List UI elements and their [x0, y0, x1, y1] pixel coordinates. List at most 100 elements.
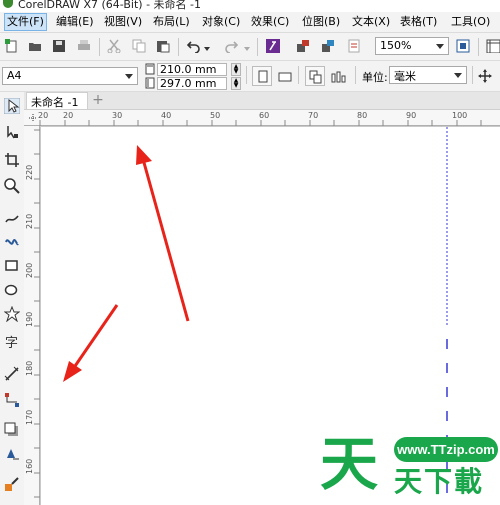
- portrait-button[interactable]: [252, 66, 272, 86]
- search-content-icon[interactable]: [266, 39, 280, 53]
- units-dropdown[interactable]: 毫米: [389, 66, 467, 84]
- ruler-label: 60: [259, 111, 270, 120]
- menu-effects[interactable]: 效果(C): [249, 14, 291, 30]
- ruler-label: 180: [25, 360, 34, 376]
- undo-dropdown-icon[interactable]: [204, 47, 210, 51]
- new-tab-button[interactable]: +: [90, 93, 106, 107]
- menu-bar: 文件(F) 编辑(E) 视图(V) 布局(L) 对象(C) 效果(C) 位图(B…: [0, 12, 500, 33]
- watermark-text: 天下載: [394, 465, 485, 498]
- menu-bitmaps[interactable]: 位图(B): [300, 14, 342, 30]
- window-title: CorelDRAW X7 (64-Bit) - 未命名 -1: [18, 0, 202, 11]
- ruler-label: 160: [25, 458, 34, 474]
- text-tool-icon[interactable]: 字: [4, 334, 20, 350]
- toolbox: 字: [0, 92, 25, 505]
- pick-tool-icon[interactable]: [4, 98, 20, 114]
- export-icon[interactable]: [321, 39, 335, 53]
- menu-tools[interactable]: 工具(O): [449, 14, 492, 30]
- chevron-down-icon: [454, 73, 462, 78]
- crop-tool-icon[interactable]: [4, 152, 20, 168]
- menu-object[interactable]: 对象(C): [200, 14, 242, 30]
- freehand-tool-icon[interactable]: [4, 210, 20, 226]
- transparency-tool-icon[interactable]: [4, 446, 20, 462]
- menu-edit[interactable]: 编辑(E): [54, 14, 96, 30]
- menu-table[interactable]: 表格(T): [398, 14, 439, 30]
- ruler-label: 70: [308, 111, 319, 120]
- redo-icon[interactable]: [224, 39, 238, 53]
- ruler-label: 90: [406, 111, 417, 120]
- units-value: 毫米: [394, 70, 416, 83]
- ruler-label: 40: [161, 111, 172, 120]
- artistic-media-tool-icon[interactable]: [4, 234, 20, 250]
- paste-icon[interactable]: [156, 39, 170, 53]
- ruler-label: 50: [210, 111, 221, 120]
- menu-text[interactable]: 文本(X): [350, 14, 392, 30]
- ruler-label: 220: [25, 164, 34, 180]
- vertical-ruler[interactable]: 220 210 200 190 180 170 160: [24, 126, 41, 505]
- new-document-icon[interactable]: [5, 39, 19, 53]
- document-tab[interactable]: 未命名 -1: [26, 92, 88, 109]
- ruler-label: 20: [63, 111, 74, 120]
- svg-text:字: 字: [5, 336, 18, 350]
- ellipse-tool-icon[interactable]: [4, 282, 20, 298]
- dimension-tool-icon[interactable]: [4, 366, 20, 382]
- title-bar: CorelDRAW X7 (64-Bit) - 未命名 -1: [0, 0, 500, 12]
- show-rulers-icon[interactable]: [486, 39, 500, 53]
- watermark-logo-char: 天: [320, 430, 379, 498]
- polygon-tool-icon[interactable]: [4, 306, 20, 322]
- ruler-label: 20: [38, 111, 49, 120]
- units-label: 单位:: [362, 71, 388, 84]
- watermark: 天 www.TTzip.com 天下載: [318, 428, 500, 505]
- ruler-label: 80: [357, 111, 368, 120]
- ruler-label: 190: [25, 311, 34, 327]
- shape-tool-icon[interactable]: [4, 124, 20, 140]
- connector-tool-icon[interactable]: [4, 392, 20, 408]
- ruler-label: 170: [25, 409, 34, 425]
- page-width-input[interactable]: 210.0 mm: [157, 63, 227, 76]
- zoom-tool-icon[interactable]: [4, 178, 20, 194]
- drop-shadow-tool-icon[interactable]: [4, 422, 20, 438]
- current-page-icon: [331, 71, 346, 83]
- cut-icon[interactable]: [107, 39, 121, 53]
- copy-icon[interactable]: [132, 39, 146, 53]
- ruler-label: 200: [25, 262, 34, 278]
- property-bar: A4 210.0 mm ▲ ▼ 297.0 mm ▲ ▼ 单位: 毫米: [0, 61, 500, 92]
- annotation-arrow: [63, 304, 119, 382]
- redo-dropdown-icon[interactable]: [244, 47, 250, 51]
- page-size-dropdown[interactable]: A4: [2, 67, 138, 85]
- annotation-arrow: [136, 145, 190, 322]
- print-icon[interactable]: [77, 39, 91, 53]
- landscape-button[interactable]: [274, 66, 294, 86]
- menu-file[interactable]: 文件(F): [4, 13, 47, 31]
- import-icon[interactable]: [296, 39, 310, 53]
- page-height-row: 297.0 mm ▲ ▼: [145, 77, 245, 90]
- menu-layout[interactable]: 布局(L): [151, 14, 192, 30]
- page-height-input[interactable]: 297.0 mm: [157, 77, 227, 90]
- open-folder-icon[interactable]: [28, 39, 42, 53]
- page-height-spinner[interactable]: ▲ ▼: [231, 77, 241, 90]
- page-width-row: 210.0 mm ▲ ▼: [145, 63, 245, 76]
- document-tab-bar: 未命名 -1 +: [24, 92, 500, 110]
- page-width-spinner[interactable]: ▲ ▼: [231, 63, 241, 76]
- horizontal-ruler[interactable]: 20 20 30 40 50 60 70 80 90 100: [24, 110, 500, 127]
- undo-icon[interactable]: [187, 39, 201, 53]
- ruler-origin-icon[interactable]: [28, 113, 38, 123]
- portrait-icon: [258, 70, 268, 83]
- zoom-level-dropdown[interactable]: 150%: [375, 37, 449, 55]
- full-screen-preview-icon[interactable]: [456, 39, 470, 53]
- current-page-button[interactable]: [328, 66, 348, 86]
- nudge-distance-icon[interactable]: [478, 69, 492, 83]
- ruler-label: 210: [25, 213, 34, 229]
- page-height-icon: [145, 77, 155, 89]
- rectangle-tool-icon[interactable]: [4, 258, 20, 274]
- standard-toolbar: 150%: [0, 33, 500, 61]
- menu-view[interactable]: 视图(V): [102, 14, 144, 30]
- coreldraw-logo-icon: [3, 0, 13, 8]
- chevron-down-icon: [125, 74, 133, 79]
- document-tab-label: 未命名 -1: [31, 96, 79, 109]
- save-icon[interactable]: [52, 39, 66, 53]
- all-pages-button[interactable]: [305, 66, 325, 86]
- chevron-down-icon: [436, 44, 444, 49]
- eyedropper-tool-icon[interactable]: [4, 476, 20, 492]
- landscape-icon: [278, 72, 292, 82]
- publish-pdf-icon[interactable]: [347, 39, 361, 53]
